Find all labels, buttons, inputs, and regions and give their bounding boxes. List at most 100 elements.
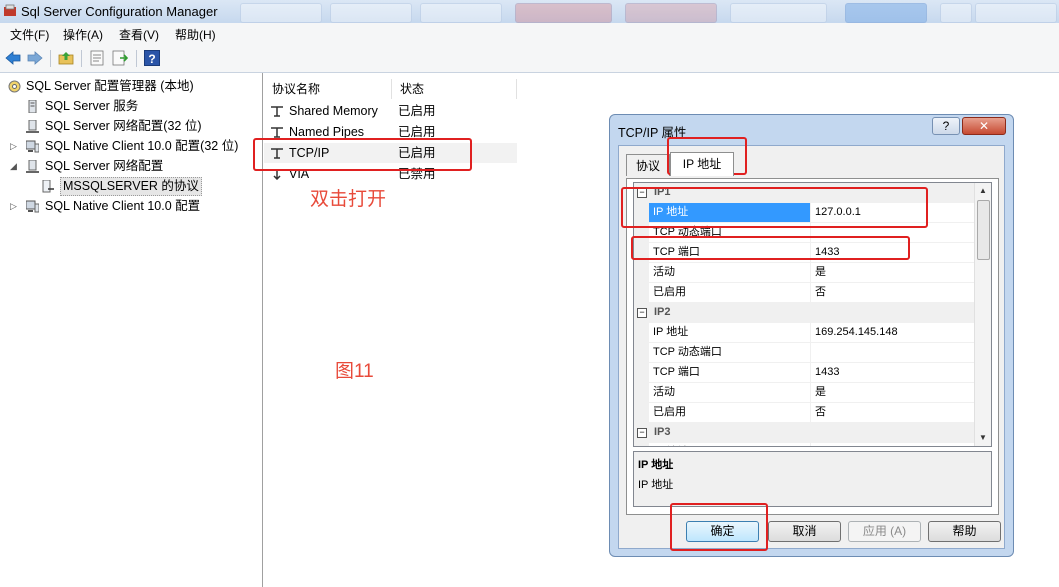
tree-item-root[interactable]: SQL Server 配置管理器 (本地) (4, 77, 254, 96)
menu-action[interactable]: 操作(A) (63, 26, 103, 43)
tree-item-services[interactable]: SQL Server 服务 (4, 97, 254, 116)
highlight-tcp-port (631, 236, 910, 260)
protocol-name: Shared Memory (289, 104, 378, 118)
background-tab[interactable] (730, 3, 827, 23)
property-row[interactable]: TCP 端口 1433 (634, 363, 976, 383)
background-tab[interactable] (975, 3, 1057, 23)
property-grid-scrollbar[interactable]: ▲ ▼ (974, 183, 991, 446)
tree-item-mssqlserver-protocols[interactable]: MSSQLSERVER 的协议 (4, 177, 254, 196)
property-row[interactable]: 已启用否 (634, 403, 976, 423)
property-category[interactable]: − IP2 (634, 303, 976, 323)
dialog-help-button[interactable]: ? (932, 117, 960, 135)
help-button[interactable]: 帮助 (928, 521, 1001, 542)
property-name: 活动 (649, 383, 811, 402)
property-row[interactable]: 已启用否 (634, 283, 976, 303)
property-category[interactable]: − IP3 (634, 423, 976, 443)
tree-expander[interactable]: ▷ (10, 197, 20, 216)
dialog-close-button[interactable]: ✕ (962, 117, 1006, 135)
background-tab[interactable] (625, 3, 717, 23)
export-list-icon[interactable] (112, 50, 128, 66)
protocols-icon (42, 180, 54, 193)
property-row[interactable]: 活动是 (634, 263, 976, 283)
tree-item-label: SQL Server 配置管理器 (本地) (26, 79, 194, 93)
background-tab[interactable] (845, 3, 927, 23)
tree-item-native-client[interactable]: ▷ SQL Native Client 10.0 配置 (4, 197, 254, 216)
scroll-down-icon[interactable]: ▼ (975, 430, 991, 446)
tab-panel: − IP1 IP 地址 127.0.0.1 TCP 动态端口 TCP 端口 1433 活动是已… (626, 178, 999, 515)
apply-button[interactable]: 应用 (A) (848, 521, 921, 542)
tab-protocol[interactable]: 协议 (626, 154, 670, 176)
highlight-ok-button (670, 503, 768, 551)
network-config-icon (26, 120, 39, 133)
property-value[interactable]: fe80::a5f3:f6a5:8026:6bf8%13 (812, 443, 976, 446)
scroll-thumb[interactable] (977, 200, 990, 260)
property-value[interactable]: 否 (812, 403, 976, 422)
property-value[interactable]: 否 (812, 283, 976, 302)
property-row[interactable]: TCP 动态端口 (634, 343, 976, 363)
property-row[interactable]: 活动是 (634, 383, 976, 403)
tree-item-network-32[interactable]: SQL Server 网络配置(32 位) (4, 117, 254, 136)
annotation-figure-label: 图11 (335, 361, 374, 382)
description-text: IP 地址 (638, 479, 674, 491)
scroll-up-icon[interactable]: ▲ (975, 183, 991, 199)
property-value[interactable]: 是 (812, 263, 976, 282)
property-row[interactable]: IP 地址 169.254.145.148 (634, 323, 976, 343)
highlight-ip1 (621, 187, 928, 228)
row-gutter (634, 263, 649, 283)
tree-item-native-client-32[interactable]: ▷ SQL Native Client 10.0 配置(32 位) (4, 137, 254, 156)
help-icon[interactable]: ? (144, 50, 160, 66)
tree-item-network[interactable]: ◢ SQL Server 网络配置 (4, 157, 254, 176)
server-icon (28, 100, 37, 113)
menu-file[interactable]: 文件(F) (10, 26, 49, 43)
description-title: IP 地址 (638, 459, 674, 471)
native-client-icon (26, 140, 39, 153)
row-gutter (634, 363, 649, 383)
property-value[interactable]: 169.254.145.148 (812, 323, 976, 342)
back-arrow-icon[interactable] (5, 50, 21, 66)
property-value[interactable]: 1433 (812, 363, 976, 382)
background-tab[interactable] (240, 3, 322, 23)
network-config-icon (26, 160, 39, 173)
tree-item-label: SQL Server 网络配置 (45, 159, 164, 173)
collapse-icon[interactable]: − (637, 308, 647, 318)
tcpip-properties-dialog: TCP/IP 属性 ? ✕ 协议 IP 地址 − IP1 IP 地址 127.0.0.… (609, 114, 1014, 557)
protocol-icon (271, 127, 283, 138)
property-name: 已启用 (649, 283, 811, 302)
property-name: IP 地址 (649, 443, 811, 446)
properties-icon[interactable] (89, 50, 105, 66)
protocol-icon (271, 106, 283, 117)
row-gutter (634, 443, 649, 446)
property-value[interactable]: 是 (812, 383, 976, 402)
background-tab[interactable] (420, 3, 502, 23)
property-name: TCP 动态端口 (649, 343, 811, 362)
property-value[interactable] (812, 343, 976, 362)
column-header-state[interactable]: 状态 (392, 79, 517, 99)
tree-item-label: SQL Server 网络配置(32 位) (45, 119, 202, 133)
menu-view[interactable]: 查看(V) (119, 26, 159, 43)
folder-up-icon[interactable] (58, 50, 74, 66)
row-gutter (634, 283, 649, 303)
background-tab[interactable] (940, 3, 972, 23)
menu-bar: 文件(F) 操作(A) 查看(V) 帮助(H) (0, 23, 1059, 44)
property-name: TCP 端口 (649, 363, 811, 382)
toolbar-separator (50, 50, 51, 67)
collapse-icon[interactable]: − (637, 428, 647, 438)
property-row[interactable]: IP 地址fe80::a5f3:f6a5:8026:6bf8%13 (634, 443, 976, 446)
background-tab[interactable] (330, 3, 412, 23)
tree-item-label: MSSQLSERVER 的协议 (60, 177, 202, 196)
tree-expander[interactable]: ▷ (10, 137, 20, 156)
category-name: IP3 (654, 426, 671, 438)
tab-ip-address[interactable]: IP 地址 (670, 152, 734, 176)
app-icon (4, 4, 16, 16)
background-tab[interactable] (515, 3, 612, 23)
property-name: 已启用 (649, 403, 811, 422)
menu-help[interactable]: 帮助(H) (175, 26, 216, 43)
row-gutter (634, 383, 649, 403)
window-title: Sql Server Configuration Manager (21, 4, 218, 19)
property-name: IP 地址 (649, 323, 811, 342)
list-row[interactable]: Shared Memory 已启用 (264, 101, 517, 121)
forward-arrow-icon[interactable] (27, 50, 43, 66)
tree-expander[interactable]: ◢ (10, 157, 20, 176)
cancel-button[interactable]: 取消 (768, 521, 841, 542)
column-header-protocol[interactable]: 协议名称 (264, 79, 392, 99)
